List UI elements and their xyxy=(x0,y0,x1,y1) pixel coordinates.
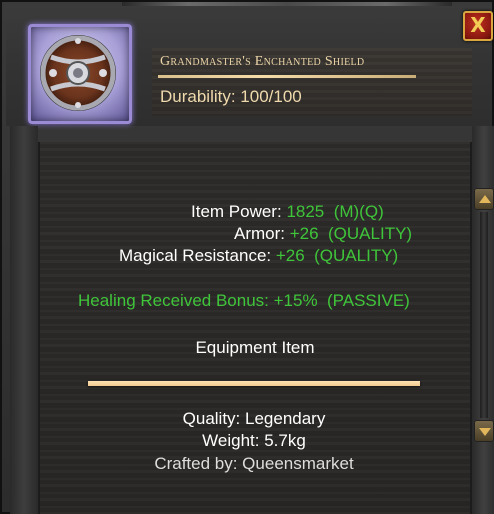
scroll-up-button[interactable] xyxy=(474,188,494,210)
item-icon-slot[interactable] xyxy=(28,24,132,124)
section-divider xyxy=(88,381,420,386)
passive-bonus: Healing Received Bonus: +15% (PASSIVE) xyxy=(78,291,410,310)
item-durability: Durability: 100/100 xyxy=(160,87,302,106)
item-weight: Weight: 5.7kg xyxy=(202,431,306,450)
stat-armor: Armor: +26 (QUALITY) xyxy=(234,224,412,244)
stat-label: Armor: xyxy=(234,224,285,243)
tooltip-window: Grandmaster's Enchanted Shield Durabilit… xyxy=(0,0,494,514)
item-category: Equipment Item xyxy=(195,338,315,357)
stat-value: +26 (QUALITY) xyxy=(289,224,413,243)
item-crafter: Crafted by: Queensmarket xyxy=(154,454,354,473)
stat-value: +26 (QUALITY) xyxy=(275,246,399,265)
name-underline xyxy=(158,75,416,78)
stat-label: Magical Resistance: xyxy=(119,246,272,265)
stat-label: Item Power: xyxy=(191,202,282,221)
item-quality: Quality: Legendary xyxy=(182,409,326,428)
stat-item-power: Item Power: 1825 (M)(Q) xyxy=(191,202,384,222)
close-button[interactable]: X xyxy=(463,11,493,41)
scrollbar-track[interactable] xyxy=(480,212,488,418)
round-shield-icon xyxy=(40,35,116,111)
stat-value: 1825 (M)(Q) xyxy=(286,202,384,221)
item-name: Grandmaster's Enchanted Shield xyxy=(160,54,365,69)
stat-magical-resistance: Magical Resistance: +26 (QUALITY) xyxy=(119,246,398,266)
